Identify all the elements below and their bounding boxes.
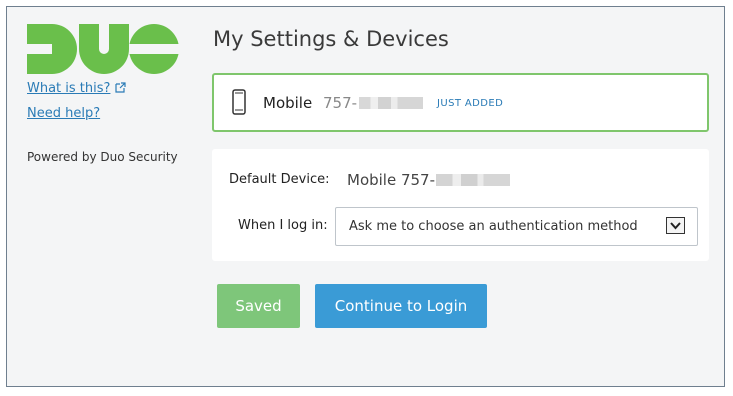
settings-card: Default Device: Mobile 757- When I log i… <box>212 149 709 261</box>
continue-to-login-button[interactable]: Continue to Login <box>315 284 487 328</box>
powered-by-text: Powered by Duo Security <box>27 150 178 164</box>
device-number-prefix: 757- <box>323 94 358 112</box>
device-card[interactable]: Mobile 757- JUST ADDED <box>212 73 709 132</box>
default-device-value: Mobile 757- <box>347 171 511 189</box>
duo-prompt-frame: What is this? Need help? Powered by Duo … <box>6 6 725 387</box>
device-name: Mobile <box>263 94 313 112</box>
login-method-select[interactable]: Ask me to choose an authentication metho… <box>335 207 698 246</box>
select-dropdown-button[interactable] <box>666 217 685 234</box>
redacted-number <box>436 174 511 186</box>
just-added-badge: JUST ADDED <box>437 98 504 109</box>
default-device-label: Default Device: <box>229 172 330 187</box>
saved-button[interactable]: Saved <box>217 284 300 328</box>
external-link-icon <box>115 82 127 93</box>
login-method-value: Ask me to choose an authentication metho… <box>349 219 638 234</box>
what-is-this-link[interactable]: What is this? <box>27 81 127 96</box>
need-help-link[interactable]: Need help? <box>27 106 100 121</box>
duo-logo <box>27 24 179 74</box>
login-label: When I log in: <box>238 218 328 233</box>
mobile-phone-icon <box>232 89 246 115</box>
device-number: 757- <box>323 94 424 112</box>
redacted-number <box>359 97 424 109</box>
page-title: My Settings & Devices <box>213 27 449 51</box>
what-is-this-label: What is this? <box>27 81 111 96</box>
chevron-down-icon <box>670 222 681 230</box>
default-device-text: Mobile 757- <box>347 171 436 189</box>
